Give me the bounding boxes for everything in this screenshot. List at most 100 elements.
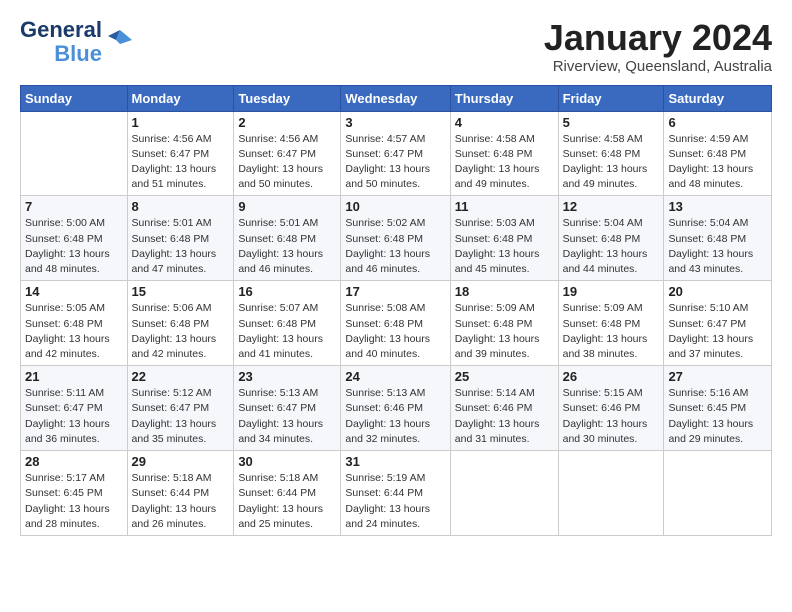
weekday-header-monday: Monday	[127, 85, 234, 111]
day-number: 24	[345, 369, 445, 384]
day-number: 26	[563, 369, 660, 384]
month-title: January 2024	[544, 18, 772, 58]
day-number: 8	[132, 199, 230, 214]
week-row-5: 28Sunrise: 5:17 AM Sunset: 6:45 PM Dayli…	[21, 451, 772, 536]
page: General Blue January 2024 Riverview, Que…	[0, 0, 792, 546]
calendar-cell: 29 Sunrise: 5:18 AM Sunset: 6:44 PM Dayli…	[127, 451, 234, 536]
calendar-cell: 20 Sunrise: 5:10 AM Sunset: 6:47 PM Dayli…	[664, 281, 772, 366]
calendar-cell: 24 Sunrise: 5:13 AM Sunset: 6:46 PM Dayli…	[341, 366, 450, 451]
day-info: Sunrise: 5:01 AM Sunset: 6:48 PM Dayligh…	[238, 216, 336, 277]
weekday-header-tuesday: Tuesday	[234, 85, 341, 111]
day-info: Sunrise: 5:13 AM Sunset: 6:47 PM Dayligh…	[238, 386, 336, 447]
day-number: 12	[563, 199, 660, 214]
day-number: 17	[345, 284, 445, 299]
day-number: 18	[455, 284, 554, 299]
calendar-cell: 11 Sunrise: 5:03 AM Sunset: 6:48 PM Dayli…	[450, 196, 558, 281]
day-number: 19	[563, 284, 660, 299]
day-number: 2	[238, 115, 336, 130]
calendar-cell: 23 Sunrise: 5:13 AM Sunset: 6:47 PM Dayli…	[234, 366, 341, 451]
calendar-cell: 1Sunrise: 4:56 AM Sunset: 6:47 PM Daylig…	[127, 111, 234, 196]
calendar-cell: 14 Sunrise: 5:05 AM Sunset: 6:48 PM Dayli…	[21, 281, 128, 366]
calendar-cell: 13Sunrise: 5:04 AM Sunset: 6:48 PM Dayli…	[664, 196, 772, 281]
day-info: Sunrise: 4:56 AM Sunset: 6:47 PM Dayligh…	[238, 132, 336, 193]
day-number: 13	[668, 199, 767, 214]
weekday-header-saturday: Saturday	[664, 85, 772, 111]
week-row-2: 7 Sunrise: 5:00 AM Sunset: 6:48 PM Daylig…	[21, 196, 772, 281]
calendar-cell	[21, 111, 128, 196]
day-info: Sunrise: 5:08 AM Sunset: 6:48 PM Dayligh…	[345, 301, 445, 362]
day-info: Sunrise: 5:01 AM Sunset: 6:48 PM Dayligh…	[132, 216, 230, 277]
day-number: 10	[345, 199, 445, 214]
calendar-cell: 9Sunrise: 5:01 AM Sunset: 6:48 PM Daylig…	[234, 196, 341, 281]
weekday-header-sunday: Sunday	[21, 85, 128, 111]
calendar-cell	[558, 451, 664, 536]
day-info: Sunrise: 4:59 AM Sunset: 6:48 PM Dayligh…	[668, 132, 767, 193]
day-number: 23	[238, 369, 336, 384]
day-number: 20	[668, 284, 767, 299]
day-info: Sunrise: 5:07 AM Sunset: 6:48 PM Dayligh…	[238, 301, 336, 362]
title-block: January 2024 Riverview, Queensland, Aust…	[544, 18, 772, 75]
calendar-cell: 6 Sunrise: 4:59 AM Sunset: 6:48 PM Daylig…	[664, 111, 772, 196]
week-row-1: 1 Sunrise: 4:56 AM Sunset: 6:47 PM Daylig…	[21, 111, 772, 196]
weekday-header-wednesday: Wednesday	[341, 85, 450, 111]
day-info: Sunrise: 5:18 AM Sunset: 6:44 PM Dayligh…	[132, 471, 230, 532]
day-info: Sunrise: 5:09 AM Sunset: 6:48 PM Dayligh…	[455, 301, 554, 362]
day-number: 6	[668, 115, 767, 130]
calendar-cell: 25Sunrise: 5:14 AM Sunset: 6:46 PM Dayli…	[450, 366, 558, 451]
day-info: Sunrise: 5:18 AM Sunset: 6:44 PM Dayligh…	[238, 471, 336, 532]
calendar-cell: 17 Sunrise: 5:08 AM Sunset: 6:48 PM Dayli…	[341, 281, 450, 366]
day-info: Sunrise: 5:00 AM Sunset: 6:48 PM Dayligh…	[25, 216, 123, 277]
day-info: Sunrise: 5:06 AM Sunset: 6:48 PM Dayligh…	[132, 301, 230, 362]
day-info: Sunrise: 4:58 AM Sunset: 6:48 PM Dayligh…	[563, 132, 660, 193]
day-number: 29	[132, 454, 230, 469]
day-info: Sunrise: 5:09 AM Sunset: 6:48 PM Dayligh…	[563, 301, 660, 362]
day-info: Sunrise: 5:10 AM Sunset: 6:47 PM Dayligh…	[668, 301, 767, 362]
calendar-cell: 4 Sunrise: 4:58 AM Sunset: 6:48 PM Daylig…	[450, 111, 558, 196]
calendar-cell: 22 Sunrise: 5:12 AM Sunset: 6:47 PM Dayli…	[127, 366, 234, 451]
day-number: 4	[455, 115, 554, 130]
day-info: Sunrise: 4:58 AM Sunset: 6:48 PM Dayligh…	[455, 132, 554, 193]
calendar-cell: 18 Sunrise: 5:09 AM Sunset: 6:48 PM Dayli…	[450, 281, 558, 366]
day-info: Sunrise: 5:03 AM Sunset: 6:48 PM Dayligh…	[455, 216, 554, 277]
day-info: Sunrise: 5:12 AM Sunset: 6:47 PM Dayligh…	[132, 386, 230, 447]
day-info: Sunrise: 4:57 AM Sunset: 6:47 PM Dayligh…	[345, 132, 445, 193]
day-number: 5	[563, 115, 660, 130]
day-number: 14	[25, 284, 123, 299]
calendar-cell: 28Sunrise: 5:17 AM Sunset: 6:45 PM Dayli…	[21, 451, 128, 536]
calendar-cell: 12Sunrise: 5:04 AM Sunset: 6:48 PM Dayli…	[558, 196, 664, 281]
location: Riverview, Queensland, Australia	[544, 58, 772, 75]
calendar-cell: 5 Sunrise: 4:58 AM Sunset: 6:48 PM Daylig…	[558, 111, 664, 196]
calendar-cell: 2 Sunrise: 4:56 AM Sunset: 6:47 PM Daylig…	[234, 111, 341, 196]
calendar-header: SundayMondayTuesdayWednesdayThursdayFrid…	[21, 85, 772, 111]
day-info: Sunrise: 5:16 AM Sunset: 6:45 PM Dayligh…	[668, 386, 767, 447]
calendar-cell: 3 Sunrise: 4:57 AM Sunset: 6:47 PM Daylig…	[341, 111, 450, 196]
calendar-cell: 10Sunrise: 5:02 AM Sunset: 6:48 PM Dayli…	[341, 196, 450, 281]
calendar-cell: 31 Sunrise: 5:19 AM Sunset: 6:44 PM Dayli…	[341, 451, 450, 536]
calendar-cell	[664, 451, 772, 536]
day-number: 7	[25, 199, 123, 214]
day-info: Sunrise: 5:17 AM Sunset: 6:45 PM Dayligh…	[25, 471, 123, 532]
calendar-cell	[450, 451, 558, 536]
day-info: Sunrise: 5:19 AM Sunset: 6:44 PM Dayligh…	[345, 471, 445, 532]
day-info: Sunrise: 5:13 AM Sunset: 6:46 PM Dayligh…	[345, 386, 445, 447]
calendar-cell: 15 Sunrise: 5:06 AM Sunset: 6:48 PM Dayli…	[127, 281, 234, 366]
day-number: 31	[345, 454, 445, 469]
day-info: Sunrise: 5:14 AM Sunset: 6:46 PM Dayligh…	[455, 386, 554, 447]
logo-blue: Blue	[54, 42, 102, 66]
day-info: Sunrise: 5:15 AM Sunset: 6:46 PM Dayligh…	[563, 386, 660, 447]
day-info: Sunrise: 5:05 AM Sunset: 6:48 PM Dayligh…	[25, 301, 123, 362]
day-number: 22	[132, 369, 230, 384]
header: General Blue January 2024 Riverview, Que…	[20, 18, 772, 75]
weekday-header-thursday: Thursday	[450, 85, 558, 111]
day-number: 1	[132, 115, 230, 130]
weekday-header-row: SundayMondayTuesdayWednesdayThursdayFrid…	[21, 85, 772, 111]
calendar-cell: 27Sunrise: 5:16 AM Sunset: 6:45 PM Dayli…	[664, 366, 772, 451]
calendar-cell: 7 Sunrise: 5:00 AM Sunset: 6:48 PM Daylig…	[21, 196, 128, 281]
day-number: 3	[345, 115, 445, 130]
day-number: 16	[238, 284, 336, 299]
calendar-cell: 30Sunrise: 5:18 AM Sunset: 6:44 PM Dayli…	[234, 451, 341, 536]
day-info: Sunrise: 5:11 AM Sunset: 6:47 PM Dayligh…	[25, 386, 123, 447]
day-number: 15	[132, 284, 230, 299]
day-number: 21	[25, 369, 123, 384]
day-number: 11	[455, 199, 554, 214]
